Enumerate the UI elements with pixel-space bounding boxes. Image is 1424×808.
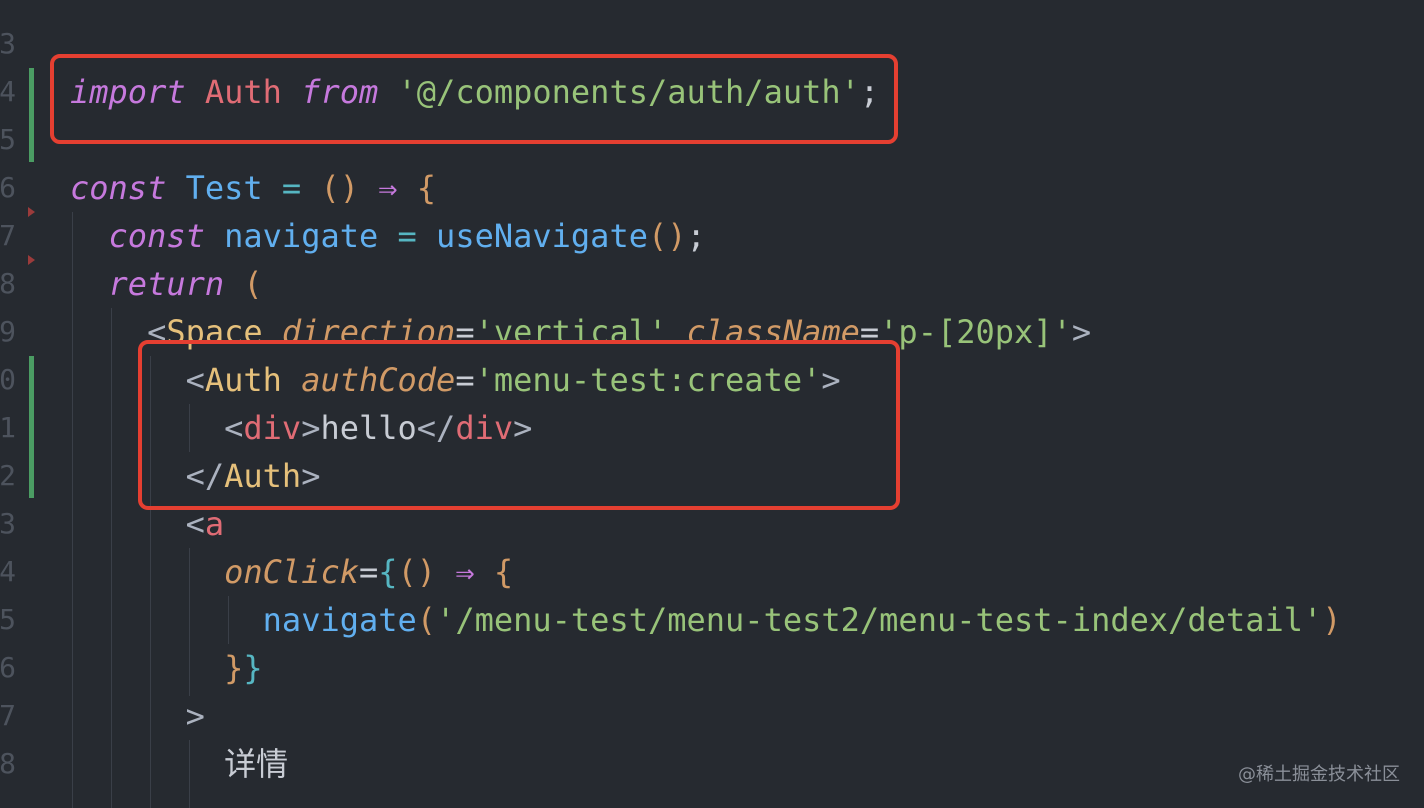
code-token: ) — [1322, 601, 1342, 639]
code-token: { — [493, 553, 514, 591]
watermark: @稀土掘金技术社区 — [1238, 764, 1400, 785]
line-number: 0 — [0, 363, 16, 396]
code-line[interactable]: 8 详情 — [0, 740, 1424, 788]
code-line[interactable]: 7 > — [0, 692, 1424, 740]
code-token: = — [358, 553, 379, 591]
code-token: ⇒ — [378, 169, 398, 207]
indent-guide — [189, 548, 190, 696]
git-change-marker — [29, 68, 34, 162]
code-token: } — [224, 649, 244, 687]
code-text: const Test = () ⇒ { — [70, 164, 436, 212]
code-token: () — [647, 217, 687, 255]
code-line[interactable]: 6 }} — [0, 644, 1424, 692]
line-number: 6 — [0, 651, 16, 684]
code-text: 详情 — [70, 740, 288, 788]
code-token: Test — [185, 169, 263, 207]
line-number: 9 — [0, 315, 16, 348]
code-token: const — [108, 217, 205, 255]
line-number: 8 — [0, 267, 16, 300]
code-token: < — [185, 505, 205, 543]
code-line[interactable]: 4 onClick={() ⇒ { — [0, 548, 1424, 596]
code-line[interactable]: 8 return ( — [0, 260, 1424, 308]
line-number: 7 — [0, 219, 16, 252]
line-number: 4 — [0, 75, 16, 108]
code-token: 详情 — [224, 745, 289, 783]
code-token: } — [243, 649, 263, 687]
code-text: onClick={() ⇒ { — [70, 548, 513, 596]
code-token: = — [281, 169, 302, 207]
fold-arrow-icon[interactable] — [28, 207, 35, 217]
code-token: const — [70, 169, 167, 207]
indent-guide — [111, 308, 112, 808]
code-token: return — [108, 265, 225, 303]
indent-guide — [72, 212, 73, 808]
code-token: ( — [416, 601, 437, 639]
code-token: a — [204, 505, 225, 543]
line-number: 3 — [0, 507, 16, 540]
code-line[interactable]: 7 const navigate = useNavigate(); — [0, 212, 1424, 260]
line-number: 3 — [0, 27, 16, 60]
fold-arrow-icon[interactable] — [28, 255, 35, 265]
code-token: '/menu-test/menu-test2/menu-test-index/d… — [436, 601, 1323, 639]
import-highlight-box — [50, 54, 898, 144]
code-text: navigate('/menu-test/menu-test2/menu-tes… — [70, 596, 1342, 644]
code-token: = — [397, 217, 417, 255]
code-text: const navigate = useNavigate(); — [70, 212, 706, 260]
line-number: 4 — [0, 555, 16, 588]
line-number: 5 — [0, 603, 16, 636]
indent-guide — [189, 740, 190, 808]
code-token: > — [1071, 313, 1092, 351]
code-token: useNavigate — [436, 217, 648, 255]
code-token: { — [416, 169, 437, 207]
git-change-marker — [29, 356, 34, 498]
line-number: 6 — [0, 171, 16, 204]
code-token: { — [378, 553, 398, 591]
code-token: 'p-[20px]' — [879, 313, 1072, 351]
code-line[interactable]: 6 const Test = () ⇒ { — [0, 164, 1424, 212]
code-token: ( — [243, 265, 263, 303]
code-text: > — [70, 692, 205, 740]
code-token: () — [397, 553, 437, 591]
code-token: ⇒ — [455, 553, 475, 591]
code-token: > — [185, 697, 205, 735]
code-token: ; — [686, 217, 706, 255]
line-number: 5 — [0, 123, 16, 156]
code-token: onClick — [224, 553, 359, 591]
indent-guide — [228, 596, 229, 644]
auth-highlight-box — [138, 340, 900, 510]
code-text: }} — [70, 644, 263, 692]
code-editor[interactable]: 3 4 import Auth from '@/components/auth/au… — [0, 0, 1424, 808]
code-token: navigate — [224, 217, 379, 255]
line-number: 7 — [0, 699, 16, 732]
code-text: return ( — [70, 260, 263, 308]
code-line[interactable]: 5 navigate('/menu-test/menu-test2/menu-t… — [0, 596, 1424, 644]
code-token: navigate — [262, 601, 417, 639]
code-token: () — [320, 169, 359, 207]
line-number: 8 — [0, 747, 16, 780]
line-number: 1 — [0, 411, 16, 444]
line-number: 2 — [0, 459, 16, 492]
